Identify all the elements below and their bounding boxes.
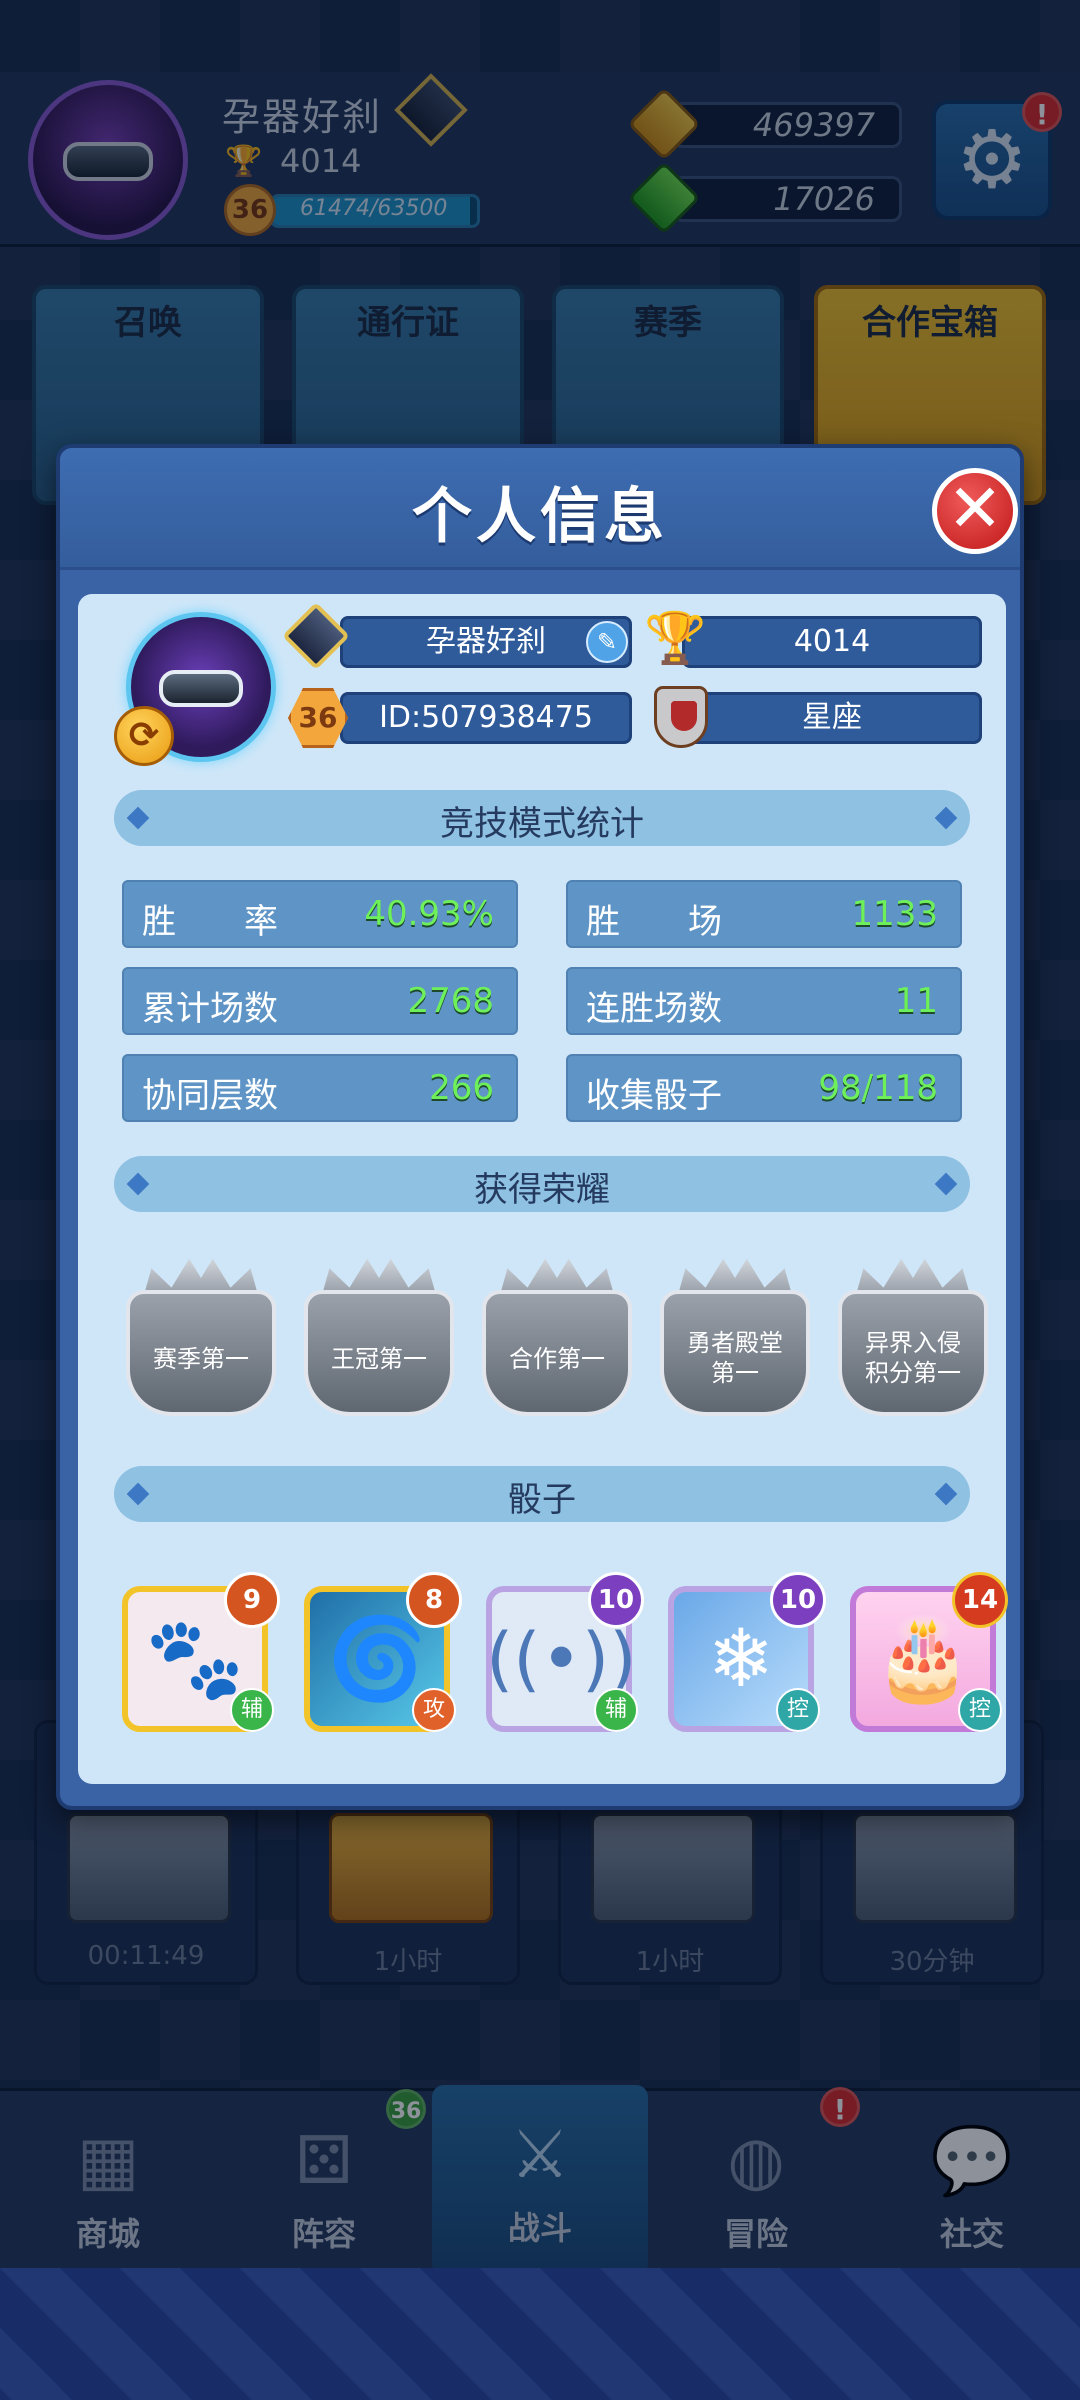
pencil-icon: ✎ [596, 628, 618, 656]
stat-value: 40.93% [364, 894, 494, 934]
profile-modal: 个人信息 ✕ ⟳ 孕器好刹 ✎ 4014 🏆 ID:507938475 36 星… [56, 444, 1024, 1810]
dice-type: 控 [958, 1688, 1002, 1732]
stat-value: 1133 [851, 894, 938, 934]
stat-label: 收集骰子 [586, 1076, 722, 1116]
stat-value: 266 [429, 1068, 494, 1108]
dice-slot-2[interactable]: 🌀 8 攻 [296, 1572, 462, 1732]
stat-value: 2768 [407, 981, 494, 1021]
modal-header: 个人信息 ✕ [60, 448, 1020, 570]
honor-label: 赛季第一 [153, 1345, 249, 1373]
close-button[interactable]: ✕ [932, 468, 1018, 554]
dice-level: 14 [952, 1572, 1008, 1628]
edit-name-button[interactable]: ✎ [586, 621, 628, 663]
stat-label: 连胜场数 [586, 989, 722, 1029]
honor-label: 合作第一 [509, 1345, 605, 1373]
modal-title: 个人信息 [412, 482, 668, 552]
stat-win-rate: 胜 率 40.93% [122, 880, 518, 948]
profile-name: 孕器好刹 [426, 624, 546, 659]
dice-slot-5[interactable]: 🎂 14 控 [842, 1572, 1008, 1732]
dice-slot-3[interactable]: ((•)) 10 辅 [478, 1572, 644, 1732]
honor-label: 王冠第一 [331, 1345, 427, 1373]
stat-label: 胜 场 [586, 902, 722, 942]
section-title: 竞技模式统计 [440, 804, 644, 844]
honor-crown-first[interactable]: 王冠第一 [296, 1254, 462, 1422]
dice-level: 10 [770, 1572, 826, 1628]
honor-season-first[interactable]: 赛季第一 [118, 1254, 284, 1422]
stat-label: 胜 率 [142, 902, 278, 942]
stat-label: 累计场数 [142, 989, 278, 1029]
stat-wins: 胜 场 1133 [566, 880, 962, 948]
section-title: 获得荣耀 [474, 1170, 610, 1210]
profile-trophy-field: 4014 [682, 616, 982, 668]
profile-trophies: 4014 [793, 624, 871, 659]
stat-dice-collected: 收集骰子 98/118 [566, 1054, 962, 1122]
honor-label: 勇者殿堂 第一 [687, 1329, 783, 1387]
dice-level: 8 [406, 1572, 462, 1628]
clan-shield-icon [654, 686, 708, 748]
dice-level: 10 [588, 1572, 644, 1628]
profile-id-field: ID:507938475 [340, 692, 632, 744]
stat-value: 98/118 [818, 1068, 938, 1108]
profile-id: ID:507938475 [379, 700, 593, 735]
honor-label: 异界入侵 积分第一 [865, 1329, 961, 1387]
stat-win-streak: 连胜场数 11 [566, 967, 962, 1035]
dice-type: 攻 [412, 1688, 456, 1732]
stat-label: 协同层数 [142, 1076, 278, 1116]
dice-section-header: 骰子 [114, 1466, 970, 1522]
change-avatar-button[interactable]: ⟳ [114, 706, 174, 766]
dice-type: 控 [776, 1688, 820, 1732]
trophy-icon: 🏆 [644, 609, 707, 667]
profile-clan: 星座 [802, 700, 862, 735]
honor-coop-first[interactable]: 合作第一 [474, 1254, 640, 1422]
stat-value: 11 [894, 981, 938, 1021]
dice-type: 辅 [230, 1688, 274, 1732]
profile-clan-field[interactable]: 星座 [682, 692, 982, 744]
honor-hall-of-heroes-first[interactable]: 勇者殿堂 第一 [652, 1254, 818, 1422]
dice-level: 9 [224, 1572, 280, 1628]
dice-slot-1[interactable]: 🐾 9 辅 [114, 1572, 280, 1732]
honor-invasion-points-first[interactable]: 异界入侵 积分第一 [830, 1254, 996, 1422]
modal-body: ⟳ 孕器好刹 ✎ 4014 🏆 ID:507938475 36 星座 竞技模式统… [78, 594, 1008, 1784]
stat-coop-floors: 协同层数 266 [122, 1054, 518, 1122]
honors-section-header: 获得荣耀 [114, 1156, 970, 1212]
refresh-icon: ⟳ [128, 715, 160, 756]
dice-slot-4[interactable]: ❄ 10 控 [660, 1572, 826, 1732]
level-badge: 36 [288, 688, 348, 748]
section-title: 骰子 [508, 1480, 576, 1520]
close-icon: ✕ [947, 470, 1003, 547]
stat-total-games: 累计场数 2768 [122, 967, 518, 1035]
goggles-icon [159, 670, 243, 707]
dice-type: 辅 [594, 1688, 638, 1732]
stats-section-header: 竞技模式统计 [114, 790, 970, 846]
